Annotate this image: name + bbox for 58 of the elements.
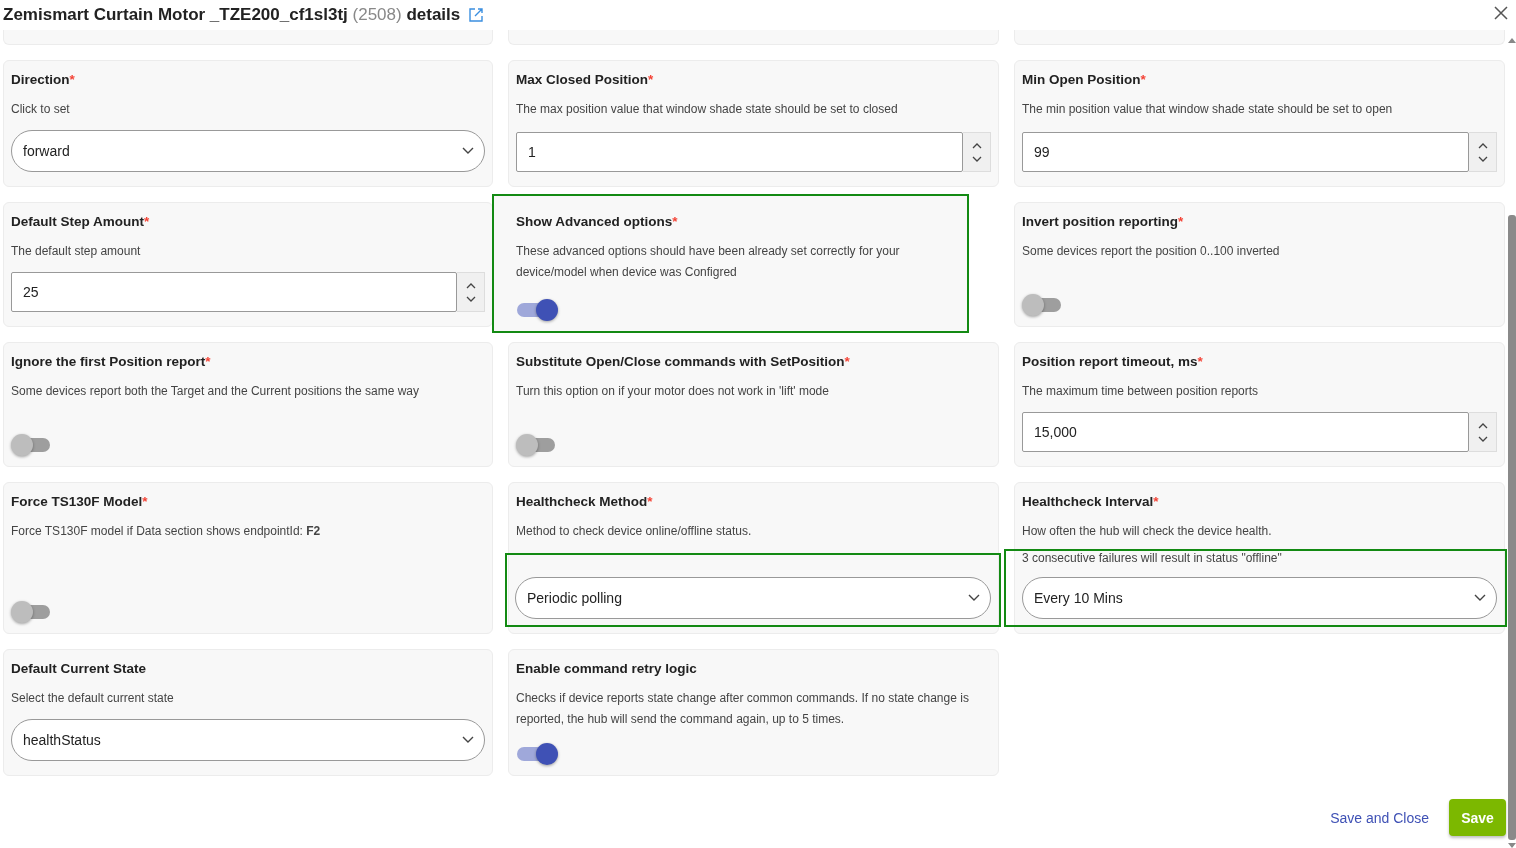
setting-title: Default Step Amount*	[11, 213, 151, 231]
chevron-down-icon	[1477, 435, 1488, 442]
spinner-button[interactable]	[1469, 412, 1497, 452]
spinner-button[interactable]	[1469, 132, 1497, 172]
setting-note: 3 consecutive failures will result in status "offline"	[1022, 551, 1283, 565]
setting-description: Checks if device reports state change after common commands. If no state change is reported, the hub will send the command again, up to 5 times.	[516, 690, 970, 728]
setting-description: Force TS130F model if Data section shows endpointId: F2	[11, 523, 322, 540]
chevron-down-icon	[462, 147, 474, 155]
scrollbar[interactable]	[1508, 38, 1516, 848]
setting-title: Ignore the first Position report*	[11, 353, 212, 371]
chevron-down-icon	[968, 594, 980, 602]
number-input[interactable]: 15,000	[1022, 412, 1469, 452]
spinner-button[interactable]	[457, 272, 485, 312]
setting-title: Force TS130F Model*	[11, 493, 149, 511]
number-input[interactable]: 99	[1022, 132, 1469, 172]
setting-description: Some devices report the position 0..100 inverted	[1022, 243, 1281, 260]
select-field[interactable]: healthStatus	[11, 719, 485, 761]
chevron-up-icon	[971, 142, 982, 149]
setting-description: Click to set	[11, 101, 71, 118]
save-and-close-link[interactable]: Save and Close	[1330, 809, 1429, 826]
select-field[interactable]: forward	[11, 130, 485, 172]
dialog-title: Zemismart Curtain Motor _TZE200_cf1sl3tj (2508) details	[3, 5, 461, 25]
setting-title: Default Current State	[11, 660, 148, 678]
setting-title: Enable command retry logic	[516, 660, 698, 678]
setting-description: These advanced options should have been already set correctly for your device/model when device was Configred	[516, 243, 901, 281]
setting-description: The maximum time between position reports	[1022, 383, 1260, 400]
setting-title: Direction*	[11, 71, 76, 89]
external-link-icon[interactable]	[468, 7, 485, 23]
chevron-down-icon	[1474, 594, 1486, 602]
chevron-up-icon	[1477, 422, 1488, 429]
setting-description: Turn this option on if your motor does not work in 'lift' mode	[516, 383, 830, 400]
setting-description: The max position value that window shade state should be set to closed	[516, 101, 899, 118]
setting-description: How often the hub will check the device health.	[1022, 523, 1273, 540]
setting-title: Healthcheck Method*	[516, 493, 654, 511]
spinner-button[interactable]	[963, 132, 991, 172]
chevron-down-icon	[465, 295, 476, 302]
setting-title: Substitute Open/Close commands with SetPosition*	[516, 353, 851, 371]
setting-title: Max Closed Position*	[516, 71, 655, 89]
setting-title: Invert position reporting*	[1022, 213, 1185, 231]
setting-description: Some devices report both the Target and the Current positions the same way	[11, 383, 420, 400]
setting-title: Healthcheck Interval*	[1022, 493, 1160, 511]
select-field[interactable]: Every 10 Mins	[1022, 577, 1497, 619]
setting-title: Min Open Position*	[1022, 71, 1147, 89]
setting-description: The min position value that window shade state should be set to open	[1022, 101, 1394, 118]
chevron-up-icon	[465, 282, 476, 289]
chevron-down-icon	[971, 155, 982, 162]
setting-title: Position report timeout, ms*	[1022, 353, 1204, 371]
setting-description: Select the default current state	[11, 690, 175, 707]
select-field[interactable]: Periodic polling	[515, 577, 991, 619]
close-icon[interactable]	[1494, 6, 1508, 20]
chevron-down-icon	[1477, 155, 1488, 162]
setting-description: The default step amount	[11, 243, 142, 260]
setting-title: Show Advanced options*	[516, 213, 679, 231]
chevron-up-icon	[1477, 142, 1488, 149]
number-input[interactable]: 1	[516, 132, 963, 172]
chevron-down-icon	[462, 736, 474, 744]
number-input[interactable]: 25	[11, 272, 457, 312]
setting-description: Method to check device online/offline status.	[516, 523, 753, 540]
